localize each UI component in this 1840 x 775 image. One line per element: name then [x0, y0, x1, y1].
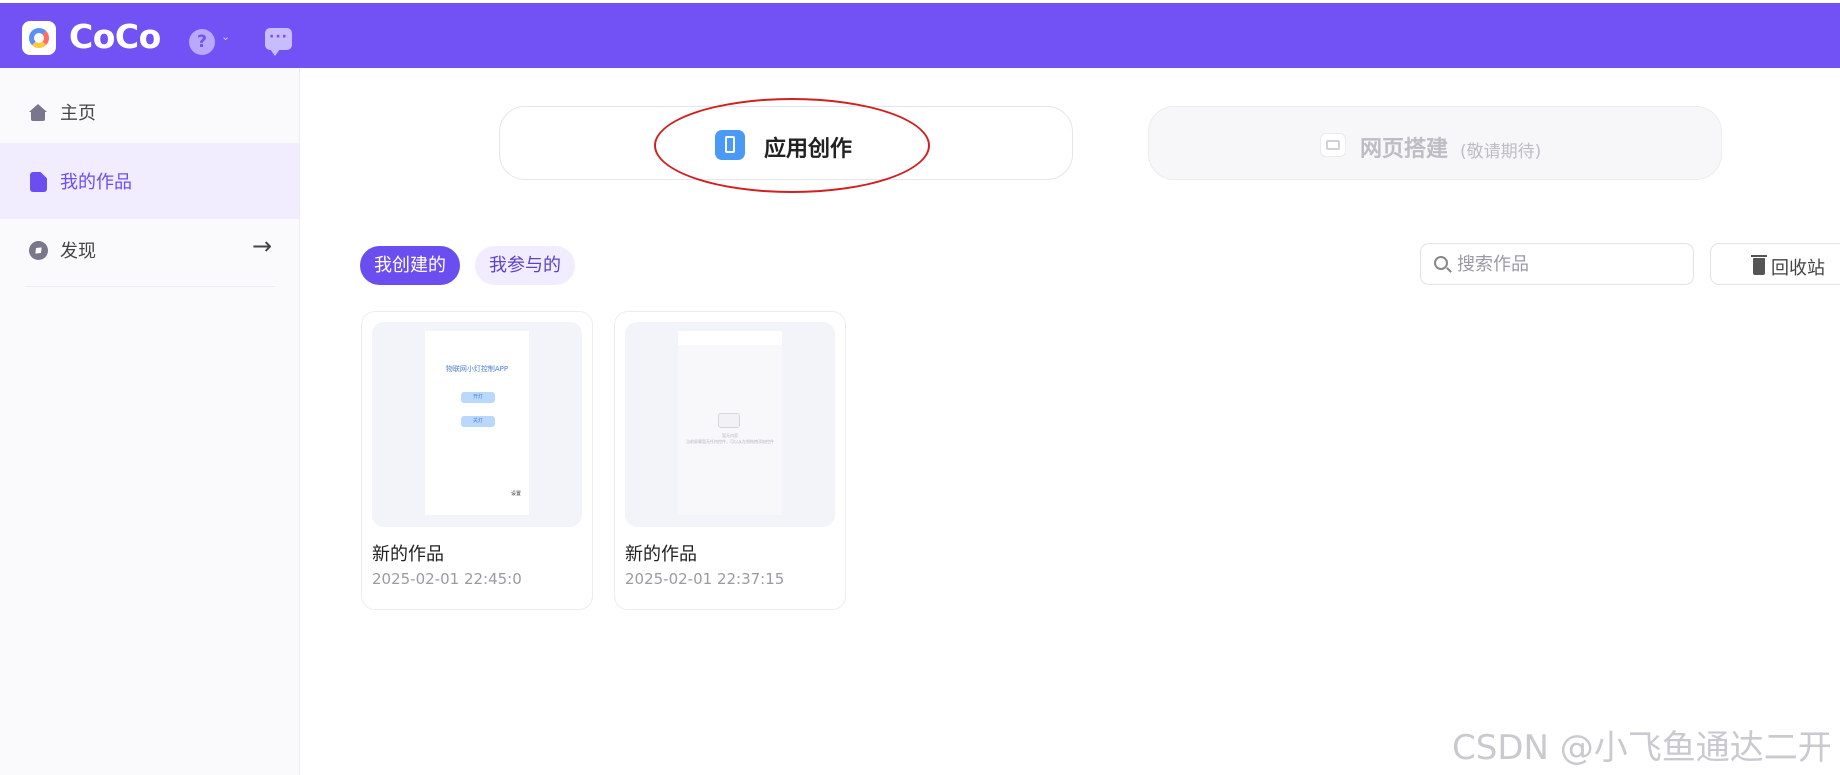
- sidebar-item-home[interactable]: 主页: [0, 74, 299, 150]
- brand-name[interactable]: CoCo: [69, 17, 161, 56]
- preview-button: 关灯: [461, 416, 495, 427]
- project-title[interactable]: 新的作品: [372, 540, 444, 566]
- empty-box-icon: [718, 413, 740, 428]
- project-card[interactable]: 暂无内容 当前屏幕暂无任何控件，可以从左侧拖拽添加控件 新的作品 2025-02…: [614, 311, 846, 610]
- preview-button: 开灯: [461, 392, 495, 403]
- sidebar-item-label: 发现: [60, 241, 96, 262]
- sidebar: 主页 我的作品 发现 →: [0, 68, 300, 775]
- sidebar-item-discover[interactable]: 发现 →: [0, 212, 299, 288]
- webpage-icon: [1320, 133, 1346, 157]
- project-card[interactable]: 物联网小灯控制APP 开灯 关灯 设置 新的作品 2025-02-01 22:4…: [361, 311, 593, 610]
- tab-created-by-me[interactable]: 我创建的: [360, 246, 460, 285]
- sidebar-item-label: 主页: [60, 103, 96, 124]
- search-input[interactable]: [1457, 252, 1677, 276]
- web-build-label: 网页搭建: [1360, 137, 1449, 162]
- preview-title: 物联网小灯控制APP: [445, 365, 509, 373]
- document-icon: [30, 172, 47, 192]
- project-date: 2025-02-01 22:37:15: [625, 570, 785, 588]
- preview-corner-text: 设置: [510, 491, 521, 497]
- search-icon: [1434, 256, 1448, 270]
- recycle-bin-label: 回收站: [1771, 258, 1825, 279]
- project-thumbnail[interactable]: 暂无内容 当前屏幕暂无任何控件，可以从左侧拖拽添加控件: [625, 322, 835, 527]
- coming-soon-label: (敬请期待): [1460, 142, 1542, 162]
- sidebar-item-label: 我的作品: [60, 172, 132, 193]
- help-icon[interactable]: ?: [189, 29, 215, 55]
- home-icon: [29, 104, 47, 121]
- phone-preview: 暂无内容 当前屏幕暂无任何控件，可以从左侧拖拽添加控件: [678, 331, 782, 515]
- chevron-down-icon[interactable]: ⌄: [221, 30, 230, 43]
- trash-icon: [1751, 255, 1767, 275]
- compass-icon: [29, 241, 48, 260]
- annotation-ellipse: [654, 98, 930, 193]
- phone-preview: 物联网小灯控制APP 开灯 关灯 设置: [425, 331, 529, 515]
- project-title[interactable]: 新的作品: [625, 540, 697, 566]
- tab-joined[interactable]: 我参与的: [475, 246, 575, 285]
- web-build-card: 网页搭建 (敬请期待): [1148, 106, 1722, 180]
- chat-icon[interactable]: ···: [265, 28, 292, 56]
- arrow-right-icon: →: [252, 232, 273, 260]
- search-box: [1420, 243, 1694, 285]
- project-date: 2025-02-01 22:45:0: [372, 570, 522, 588]
- watermark: CSDN @小飞鱼通达二开: [1452, 728, 1832, 768]
- top-bar: CoCo ? ⌄ ···: [0, 0, 1840, 68]
- sidebar-item-my-works[interactable]: 我的作品: [0, 143, 299, 219]
- recycle-bin-button[interactable]: 回收站: [1710, 243, 1840, 285]
- project-thumbnail[interactable]: 物联网小灯控制APP 开灯 关灯 设置: [372, 322, 582, 527]
- coco-logo-icon[interactable]: [22, 21, 56, 55]
- preview-empty-text: 暂无内容 当前屏幕暂无任何控件，可以从左侧拖拽添加控件: [686, 433, 774, 444]
